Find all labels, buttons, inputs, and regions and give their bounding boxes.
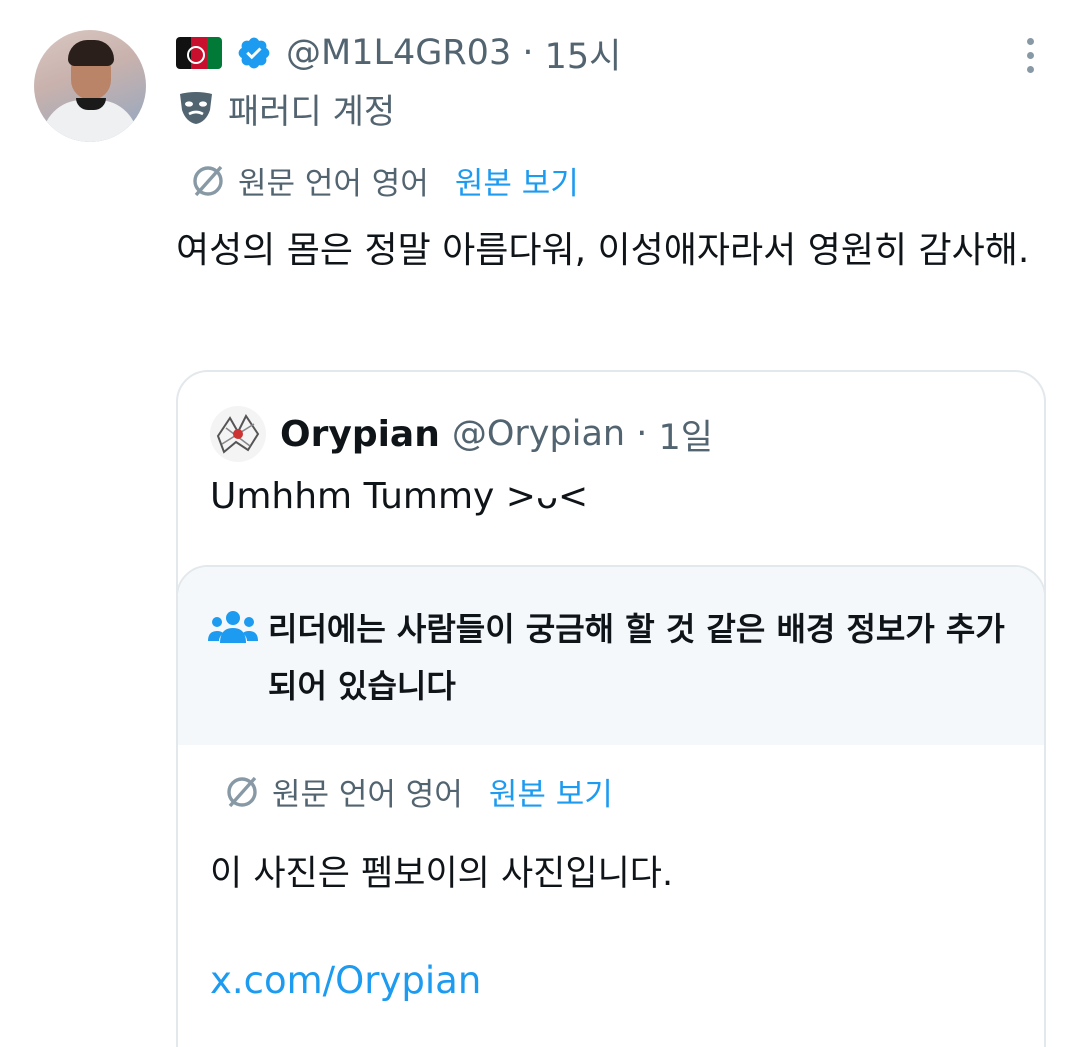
- note-show-original-link[interactable]: 원본 보기: [489, 769, 613, 814]
- author-handle[interactable]: @M1L4GR03: [286, 33, 511, 73]
- translation-row: 원문 언어 영어 원본 보기: [188, 158, 579, 203]
- theater-mask-icon: [180, 92, 212, 124]
- tweet-text: 여성의 몸은 정말 아름다워, 이성애자라서 영원히 감사해.: [176, 230, 1030, 271]
- translate-icon: [227, 776, 257, 807]
- separator-dot: ·: [625, 414, 659, 454]
- separator-dot: ·: [511, 33, 545, 73]
- quoted-tweet-text: Umhhm Tummy >ᴗ<: [210, 476, 589, 517]
- quoted-author-name[interactable]: Orypian: [280, 414, 440, 455]
- author-avatar[interactable]: [34, 30, 146, 142]
- quoted-author-handle[interactable]: @Orypian: [452, 414, 625, 454]
- verified-badge-icon: [238, 37, 270, 69]
- quoted-time[interactable]: 1일: [658, 409, 712, 460]
- community-note-title: 리더에는 사람들이 궁금해 할 것 같은 배경 정보가 추가되어 있습니다: [268, 610, 1005, 705]
- tweet-time[interactable]: 15시: [545, 28, 622, 79]
- note-translation-row: 원문 언어 영어 원본 보기: [222, 769, 613, 814]
- community-note-text: 이 사진은 펨보이의 사진입니다.: [210, 854, 674, 894]
- translate-icon: [193, 165, 223, 196]
- afghanistan-flag-icon: [176, 37, 222, 69]
- more-vertical-icon[interactable]: [1024, 38, 1036, 73]
- community-note-header: 리더에는 사람들이 궁금해 할 것 같은 배경 정보가 추가되어 있습니다: [178, 567, 1044, 745]
- community-note-link[interactable]: x.com/Orypian: [210, 959, 481, 1002]
- quoted-author-avatar[interactable]: [210, 406, 266, 462]
- parody-account-label: 패러디 계정: [176, 84, 395, 132]
- tweet-header: @M1L4GR03 · 15시: [176, 28, 621, 78]
- community-note[interactable]: 리더에는 사람들이 궁금해 할 것 같은 배경 정보가 추가되어 있습니다 원문…: [176, 565, 1046, 1047]
- people-icon: [208, 611, 258, 643]
- show-original-link[interactable]: 원본 보기: [455, 158, 579, 203]
